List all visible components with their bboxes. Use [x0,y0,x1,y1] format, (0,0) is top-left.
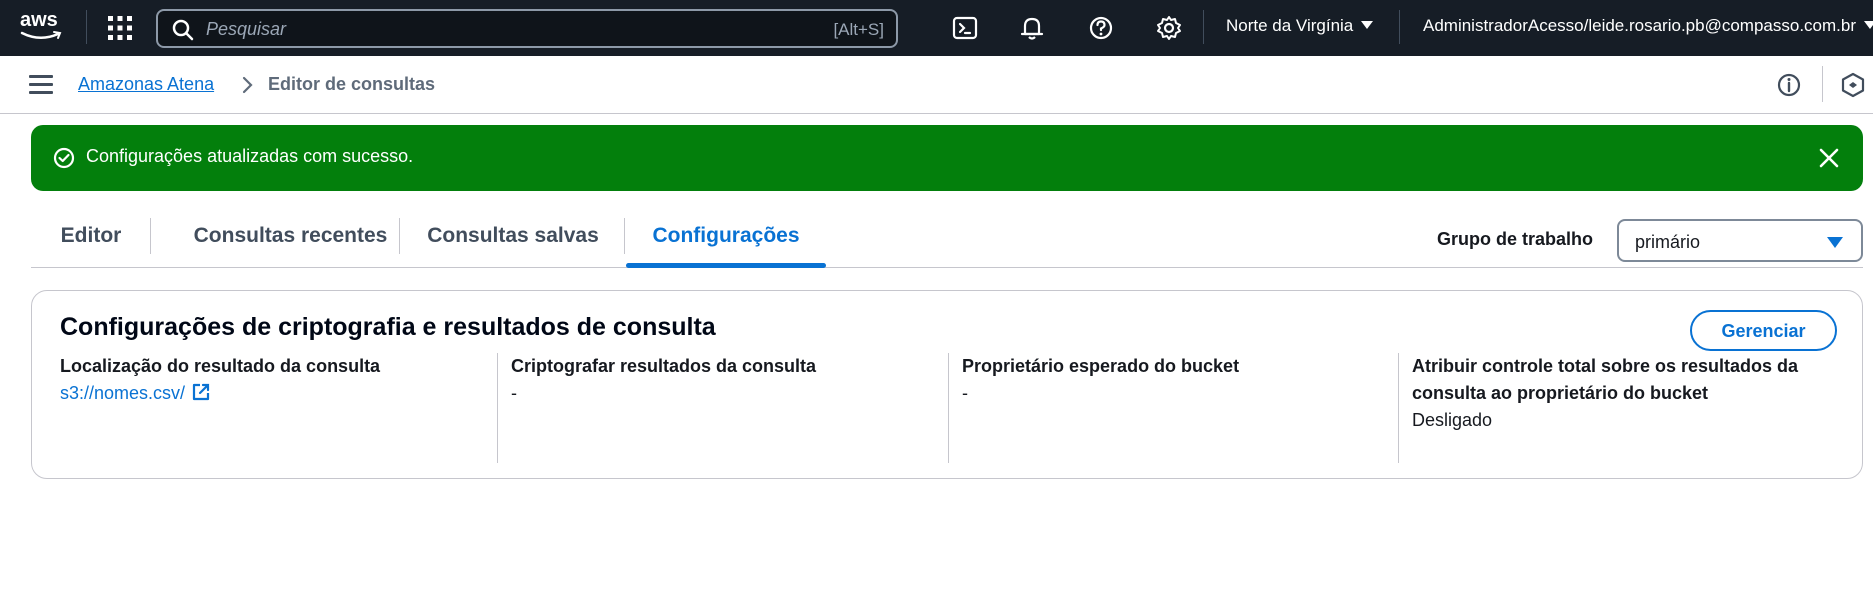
search-box[interactable]: [Alt+S] [156,9,898,48]
search-icon [172,19,194,41]
field-value: - [511,383,517,403]
nav-divider [1399,10,1400,44]
field-value: - [962,383,968,403]
field-bucket-owner-control: Atribuir controle total sobre os resulta… [1412,353,1842,463]
column-divider [1398,353,1399,463]
field-value: Desligado [1412,410,1493,430]
column-divider [497,353,498,463]
field-label: Localização do resultado da consulta [60,356,381,376]
hexagon-settings-icon[interactable] [1840,72,1866,98]
account-menu[interactable]: AdministradorAcesso/leide.rosario.pb@com… [1423,16,1873,36]
workgroup-select[interactable]: primário [1617,219,1863,262]
aws-logo[interactable]: aws [20,10,68,44]
breadcrumb-bar: Amazonas Atena Editor de consultas [0,56,1873,114]
breadcrumb-current: Editor de consultas [268,74,436,94]
workgroup-label: Grupo de trabalho [1437,229,1594,249]
cloudshell-icon[interactable] [951,14,979,42]
field-expected-bucket-owner: Proprietário esperado do bucket - [962,353,1382,463]
tab-settings[interactable]: Configurações [626,212,826,268]
query-settings-container: Configurações de criptografia e resultad… [31,290,1863,479]
success-flashbar: Configurações atualizadas com sucesso. [31,125,1863,191]
field-label: Proprietário esperado do bucket [962,356,1240,376]
manage-button[interactable]: Gerenciar [1690,310,1837,351]
chevron-right-icon [242,76,253,94]
tab-recent-queries[interactable]: Consultas recentes [151,212,430,268]
menu-icon[interactable] [29,75,53,95]
info-icon[interactable] [1776,72,1802,98]
account-label: AdministradorAcesso/leide.rosario.pb@com… [1423,16,1856,35]
check-circle-icon [53,147,75,169]
tab-saved-queries[interactable]: Consultas salvas [400,212,626,268]
top-navigation: aws [Alt+S] [0,0,1873,56]
subheader-divider [1822,66,1823,102]
breadcrumb-link-athena[interactable]: Amazonas Atena [78,74,214,95]
close-icon[interactable] [1817,146,1841,170]
external-link-icon[interactable] [191,382,211,402]
help-icon[interactable] [1087,14,1115,42]
workgroup-value: primário [1635,232,1701,252]
column-divider [948,353,949,463]
search-shortcut: [Alt+S] [833,20,884,39]
result-location-link[interactable]: s3://nomes.csv/ [60,383,185,403]
field-result-location: Localização do resultado da consulta s3:… [60,353,480,463]
chevron-down-icon [1864,21,1873,29]
nav-divider [86,10,87,44]
nav-divider [1203,10,1204,44]
aws-smile-icon [20,31,62,39]
active-tab-indicator [626,263,826,268]
apps-grid-icon[interactable] [107,15,133,41]
caret-down-icon [1827,237,1843,248]
tab-divider [624,218,625,254]
chevron-down-icon [1361,21,1374,29]
gear-icon[interactable] [1155,14,1183,42]
flash-message: Configurações atualizadas com sucesso. [86,146,414,166]
field-label: Criptografar resultados da consulta [511,356,817,376]
container-title: Configurações de criptografia e resultad… [60,313,716,341]
tab-editor[interactable]: Editor [31,212,151,268]
field-encrypt-results: Criptografar resultados da consulta - [511,353,931,463]
bell-icon[interactable] [1018,14,1046,42]
aws-logo-text: aws [20,9,58,31]
region-selector[interactable]: Norte da Virgínia [1226,16,1374,36]
search-input[interactable] [206,19,766,40]
region-label: Norte da Virgínia [1226,16,1354,35]
field-label: Atribuir controle total sobre os resulta… [1412,356,1799,403]
